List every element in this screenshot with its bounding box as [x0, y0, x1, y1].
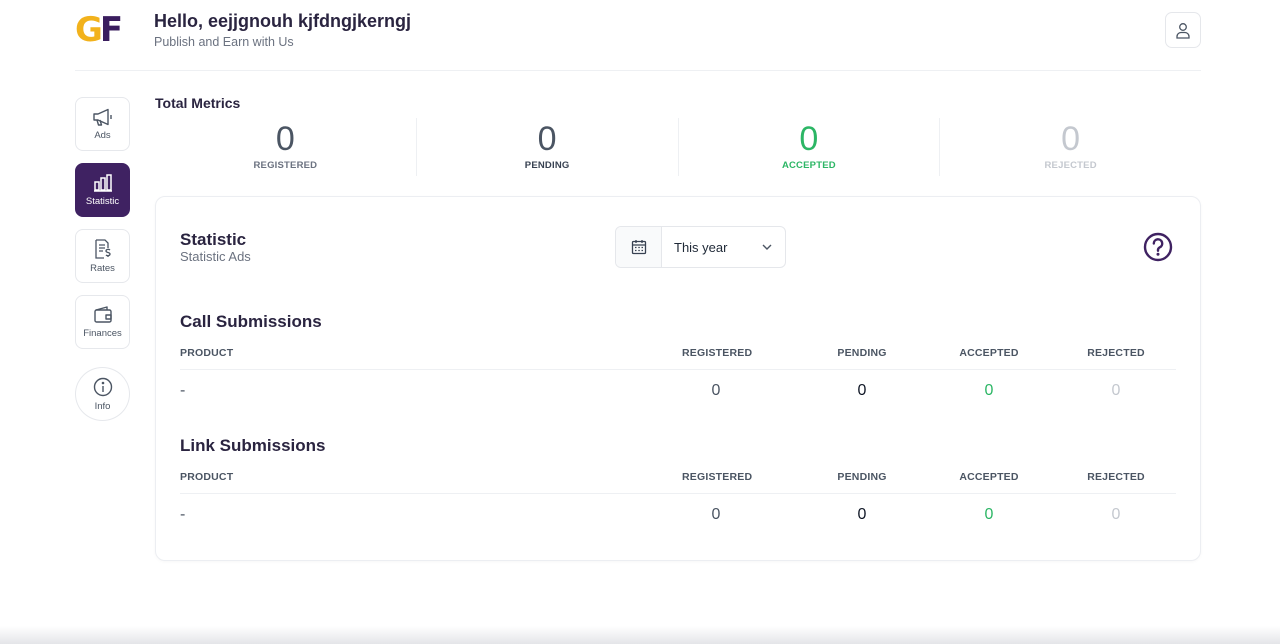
column-header-accepted: ACCEPTED — [959, 471, 1019, 483]
period-select[interactable]: This year — [662, 227, 785, 267]
metric-rejected: 0 REJECTED — [939, 118, 1201, 176]
page-bottom-shadow — [0, 626, 1280, 644]
sidebar-item-info[interactable]: Info — [75, 367, 130, 421]
sidebar-item-finances[interactable]: Finances — [75, 295, 130, 349]
logo-letter-g: G — [75, 10, 103, 50]
link-submissions-header: PRODUCT REGISTERED PENDING ACCEPTED REJE… — [180, 466, 1176, 494]
column-header-rejected: REJECTED — [1087, 347, 1145, 359]
wallet-icon — [93, 305, 112, 323]
column-header-registered: REGISTERED — [682, 347, 753, 359]
cell-accepted: 0 — [984, 382, 994, 399]
cell-pending: 0 — [857, 382, 867, 399]
cell-rejected: 0 — [1111, 382, 1121, 399]
cell-registered: 0 — [711, 382, 721, 399]
cell-accepted: 0 — [984, 506, 994, 523]
logo-letter-f: F — [99, 10, 123, 50]
metric-registered: 0 REGISTERED — [155, 118, 416, 176]
table-row: - 0 0 0 0 — [180, 382, 1176, 402]
column-header-product: PRODUCT — [180, 471, 234, 483]
brand-logo[interactable]: GF — [75, 13, 131, 47]
sidebar-item-label: Finances — [83, 327, 122, 339]
user-icon — [1176, 22, 1190, 39]
help-circle-icon[interactable] — [1143, 232, 1173, 262]
cell-pending: 0 — [857, 506, 867, 523]
calendar-button[interactable] — [616, 227, 662, 267]
statistic-title: Statistic — [180, 230, 247, 249]
period-selector[interactable]: This year — [615, 226, 786, 268]
cell-product: - — [180, 506, 186, 523]
column-header-pending: PENDING — [837, 471, 887, 483]
receipt-dollar-icon — [94, 238, 111, 259]
bar-chart-icon — [93, 173, 112, 192]
metric-label: REGISTERED — [253, 160, 318, 171]
sidebar-item-statistic[interactable]: Statistic — [75, 163, 130, 217]
statistic-card: Statistic Statistic Ads This year Call S… — [155, 196, 1201, 561]
metric-value: 0 — [537, 120, 557, 158]
metric-value: 0 — [799, 120, 819, 158]
top-header: GF Hello, eejjgnouh kjfdngjkerngj Publis… — [75, 0, 1201, 71]
cell-product: - — [180, 382, 186, 399]
sidebar-item-label: Ads — [94, 129, 111, 141]
sidebar-item-label: Statistic — [85, 195, 120, 207]
megaphone-icon — [92, 108, 112, 126]
cell-registered: 0 — [711, 506, 721, 523]
statistic-subtitle: Statistic Ads — [180, 249, 251, 264]
info-icon — [93, 377, 112, 396]
metric-label: REJECTED — [1044, 160, 1097, 171]
sidebar-item-ads[interactable]: Ads — [75, 97, 130, 151]
column-header-product: PRODUCT — [180, 347, 234, 359]
column-header-rejected: REJECTED — [1087, 471, 1145, 483]
column-header-accepted: ACCEPTED — [959, 347, 1019, 359]
call-submissions-header: PRODUCT REGISTERED PENDING ACCEPTED REJE… — [180, 342, 1176, 370]
metric-accepted: 0 ACCEPTED — [677, 118, 940, 176]
period-value: This year — [674, 239, 728, 255]
chevron-down-icon — [762, 244, 772, 250]
greeting-subtitle: Publish and Earn with Us — [154, 35, 294, 49]
metric-label: PENDING — [524, 160, 570, 171]
user-profile-button[interactable] — [1165, 12, 1201, 48]
greeting-title: Hello, eejjgnouh kjfdngjkerngj — [154, 11, 412, 31]
sidebar-item-label: Rates — [90, 262, 115, 274]
column-header-pending: PENDING — [837, 347, 887, 359]
sidebar-nav: Ads Statistic Rates Finances Info — [75, 97, 130, 433]
metric-value: 0 — [275, 120, 295, 158]
metric-label: ACCEPTED — [781, 160, 836, 171]
calendar-icon — [631, 240, 646, 255]
metric-pending: 0 PENDING — [415, 118, 678, 176]
total-metrics-title: Total Metrics — [155, 95, 241, 111]
sidebar-item-label: Info — [94, 400, 111, 412]
table-row: - 0 0 0 0 — [180, 506, 1176, 526]
total-metrics: 0 REGISTERED 0 PENDING 0 ACCEPTED 0 REJE… — [155, 118, 1201, 176]
metric-value: 0 — [1061, 120, 1081, 158]
cell-rejected: 0 — [1111, 506, 1121, 523]
link-submissions-title: Link Submissions — [180, 436, 326, 455]
column-header-registered: REGISTERED — [682, 471, 753, 483]
call-submissions-title: Call Submissions — [180, 312, 322, 331]
sidebar-item-rates[interactable]: Rates — [75, 229, 130, 283]
